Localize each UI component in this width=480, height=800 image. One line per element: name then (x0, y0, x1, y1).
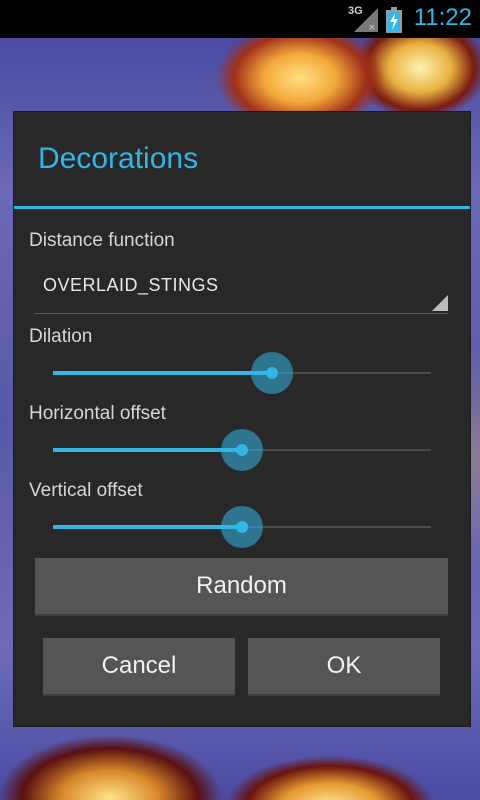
slider-fill (53, 525, 242, 529)
dilation-slider[interactable] (53, 351, 431, 395)
horizontal-offset-label: Horizontal offset (29, 403, 166, 424)
vertical-offset-label: Vertical offset (29, 480, 143, 501)
cancel-button[interactable]: Cancel (43, 638, 235, 696)
distance-function-label: Distance function (29, 230, 175, 251)
slider-thumb-dot (236, 521, 248, 533)
title-divider (14, 206, 470, 209)
status-clock: 11:22 (413, 4, 472, 31)
dialog-title: Decorations (38, 142, 199, 175)
spinner-selected-value: OVERLAID_STINGS (43, 275, 219, 295)
ok-button[interactable]: OK (248, 638, 440, 696)
decorations-dialog: Decorations Distance function OVERLAID_S… (14, 112, 470, 726)
slider-fill (53, 448, 242, 452)
slider-fill (53, 371, 273, 375)
battery-charging-icon (386, 7, 402, 33)
slider-thumb-dot (236, 444, 248, 456)
vertical-offset-slider[interactable] (53, 505, 431, 549)
status-bar: 3G × 11:22 (0, 0, 480, 38)
signal-icon: × (354, 8, 378, 32)
dilation-label: Dilation (29, 326, 93, 347)
svg-text:×: × (368, 23, 376, 32)
random-button[interactable]: Random (35, 558, 448, 616)
distance-function-spinner[interactable]: OVERLAID_STINGS (34, 259, 448, 314)
dropdown-corner-icon (432, 295, 448, 311)
horizontal-offset-slider[interactable] (53, 428, 431, 472)
